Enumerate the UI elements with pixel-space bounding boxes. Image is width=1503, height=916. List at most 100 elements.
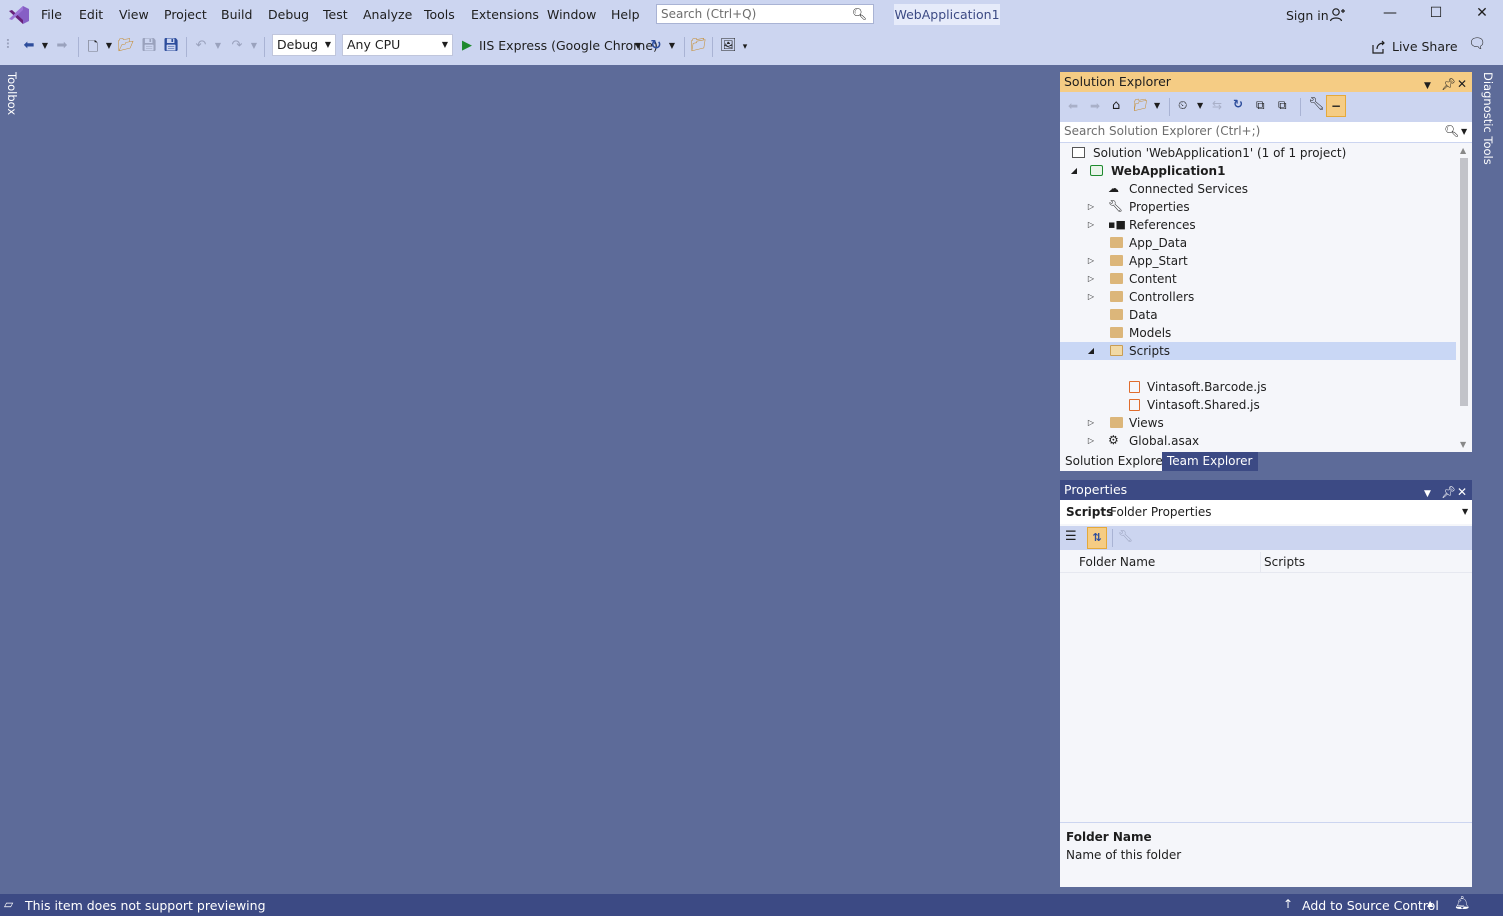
pin-icon[interactable]: 📌︎ <box>1441 482 1456 502</box>
switch-views-dropdown-icon[interactable]: ▼ <box>1154 101 1160 110</box>
collapse-all-icon[interactable]: ⧉ <box>1256 98 1265 113</box>
toolbar-options-icon[interactable]: ▾ <box>740 42 750 60</box>
home-icon[interactable]: ⌂ <box>1112 98 1120 113</box>
solution-search-input[interactable] <box>1064 124 1434 138</box>
collapsed-arrow-icon[interactable]: ▷ <box>1086 252 1096 270</box>
menu-file[interactable]: File <box>41 7 62 22</box>
tree-item-app-data[interactable]: App_Data <box>1060 234 1456 252</box>
expanded-arrow-icon[interactable]: ◢ <box>1069 162 1079 180</box>
close-window-button[interactable]: ✕ <box>1471 5 1493 25</box>
start-debugging-icon[interactable]: ▶ <box>461 38 473 56</box>
tree-item-references[interactable]: ▷ ▪■ References <box>1060 216 1456 234</box>
pin-icon[interactable]: 📌︎ <box>1441 74 1456 94</box>
tree-scrollbar[interactable]: ▲ ▼ <box>1456 144 1472 452</box>
menu-analyze[interactable]: Analyze <box>363 7 412 22</box>
solution-platform-dropdown[interactable]: Any CPU ▼ <box>342 34 453 56</box>
tree-item-views[interactable]: ▷ Views <box>1060 414 1456 432</box>
live-share-icon[interactable] <box>1372 40 1386 54</box>
live-share-button[interactable]: Live Share <box>1392 39 1458 54</box>
redo-icon[interactable]: ↷ <box>229 38 245 56</box>
tree-item-vintasoft-barcode-js[interactable]: Vintasoft.Barcode.js <box>1060 378 1456 396</box>
collapsed-arrow-icon[interactable]: ▷ <box>1086 216 1096 234</box>
tree-item-solution[interactable]: Solution 'WebApplication1' (1 of 1 proje… <box>1060 144 1456 162</box>
refresh-dropdown-icon[interactable]: ▼ <box>667 41 677 59</box>
tree-item-vintasoft-shared-js[interactable]: Vintasoft.Shared.js <box>1060 396 1456 414</box>
menu-debug[interactable]: Debug <box>268 7 309 22</box>
tab-solution-explorer[interactable]: Solution Explorer <box>1060 452 1173 471</box>
object-selector-dropdown[interactable]: Scripts Folder Properties ▼ <box>1060 500 1472 524</box>
close-panel-icon[interactable]: ✕ <box>1457 482 1467 502</box>
refresh-icon[interactable]: ↻ <box>1233 97 1243 111</box>
filter-dropdown-icon[interactable]: ▼ <box>1197 101 1203 110</box>
undo-icon[interactable]: ↶ <box>193 38 209 56</box>
preview-selected-items-icon[interactable]: − <box>1326 95 1346 117</box>
switch-views-icon[interactable]: 📁︎ <box>1133 98 1148 112</box>
quick-launch-search[interactable]: 🔍︎ <box>656 4 874 24</box>
property-row[interactable]: Folder Name Scripts <box>1060 552 1472 573</box>
back-dropdown-icon[interactable]: ▼ <box>40 41 50 59</box>
categorized-icon[interactable]: ☰ <box>1065 529 1077 544</box>
collapsed-arrow-icon[interactable]: ▷ <box>1086 198 1096 216</box>
close-panel-icon[interactable]: ✕ <box>1457 74 1467 94</box>
properties-title-bar[interactable]: Properties ▼ 📌︎ ✕ <box>1060 480 1472 500</box>
tree-item-models[interactable]: Models <box>1060 324 1456 342</box>
collapsed-arrow-icon[interactable]: ▷ <box>1086 288 1096 306</box>
add-to-source-control-button[interactable]: Add to Source Control <box>1302 898 1439 913</box>
tree-item-content[interactable]: ▷ Content <box>1060 270 1456 288</box>
menu-build[interactable]: Build <box>221 7 252 22</box>
scrollbar-thumb[interactable] <box>1460 158 1468 406</box>
tree-item-data[interactable]: Data <box>1060 306 1456 324</box>
maximize-button[interactable]: ☐ <box>1425 5 1447 25</box>
forward-icon[interactable]: ➡ <box>1090 99 1100 113</box>
scroll-up-icon[interactable]: ▲ <box>1460 146 1466 155</box>
collapsed-arrow-icon[interactable]: ▷ <box>1086 414 1096 432</box>
find-in-files-icon[interactable]: 📁︎ <box>690 38 707 56</box>
diagnostic-tools-tab[interactable]: Diagnostic Tools <box>1481 72 1495 165</box>
solution-configuration-dropdown[interactable]: Debug ▼ <box>272 34 336 56</box>
chevron-up-icon[interactable]: ▲ <box>1427 899 1433 908</box>
back-icon[interactable]: ⬅ <box>1068 99 1078 113</box>
menu-test[interactable]: Test <box>323 7 348 22</box>
sign-in-link[interactable]: Sign in <box>1286 8 1329 23</box>
tree-item-app-start[interactable]: ▷ App_Start <box>1060 252 1456 270</box>
undo-dropdown-icon[interactable]: ▼ <box>213 41 223 59</box>
search-input[interactable] <box>661 6 851 22</box>
open-file-icon[interactable]: 📂︎ <box>118 38 135 56</box>
tree-item-global-asax[interactable]: ▷ ⚙︎ Global.asax <box>1060 432 1456 450</box>
tree-item-project[interactable]: ◢ WebApplication1 <box>1060 162 1456 180</box>
navigate-back-icon[interactable]: ⬅ <box>22 38 36 56</box>
solution-explorer-search[interactable]: 🔍︎ ▼ <box>1060 122 1472 143</box>
run-target-button[interactable]: IIS Express (Google Chrome) <box>479 38 658 56</box>
show-all-files-icon[interactable]: ⧉ <box>1278 98 1287 113</box>
solution-explorer-title-bar[interactable]: Solution Explorer ▼ 📌︎ ✕ <box>1060 72 1472 92</box>
menu-help[interactable]: Help <box>611 7 640 22</box>
menu-edit[interactable]: Edit <box>79 7 103 22</box>
tab-team-explorer[interactable]: Team Explorer <box>1162 452 1258 471</box>
refresh-browser-icon[interactable]: ↻ <box>648 38 664 56</box>
feedback-icon[interactable]: 🗨︎ <box>1468 36 1486 54</box>
menu-view[interactable]: View <box>119 7 149 22</box>
tree-item-controllers[interactable]: ▷ Controllers <box>1060 288 1456 306</box>
menu-window[interactable]: Window <box>547 7 596 22</box>
redo-dropdown-icon[interactable]: ▼ <box>249 41 259 59</box>
navigate-forward-icon[interactable]: ➡ <box>55 38 69 56</box>
menu-tools[interactable]: Tools <box>424 7 455 22</box>
scroll-down-icon[interactable]: ▼ <box>1460 440 1466 449</box>
new-dropdown-icon[interactable]: ▼ <box>104 41 114 59</box>
run-target-dropdown-icon[interactable]: ▼ <box>633 41 643 59</box>
properties-wrench-icon[interactable]: 🔧︎ <box>1308 97 1325 112</box>
tree-item-connected-services[interactable]: ☁︎ Connected Services <box>1060 180 1456 198</box>
alphabetical-icon[interactable]: ⇅ <box>1087 527 1107 549</box>
collapsed-arrow-icon[interactable]: ▷ <box>1086 432 1096 450</box>
property-value[interactable]: Scripts <box>1264 552 1305 572</box>
account-icon[interactable] <box>1329 7 1345 23</box>
tree-item-scripts[interactable]: ◢ Scripts <box>1060 342 1456 360</box>
menu-extensions[interactable]: Extensions <box>471 7 539 22</box>
sync-with-document-icon[interactable]: ⇆ <box>1212 98 1222 112</box>
toolbox-tab[interactable]: Toolbox <box>5 72 19 115</box>
save-all-icon[interactable]: 💾︎ <box>163 38 180 56</box>
tree-item-properties[interactable]: ▷ 🔧︎ Properties <box>1060 198 1456 216</box>
pending-changes-filter-icon[interactable]: ⏲︎ <box>1178 98 1187 113</box>
property-pages-wrench-icon[interactable]: 🔧︎ <box>1118 529 1133 543</box>
search-options-dropdown-icon[interactable]: ▼ <box>1461 127 1467 136</box>
